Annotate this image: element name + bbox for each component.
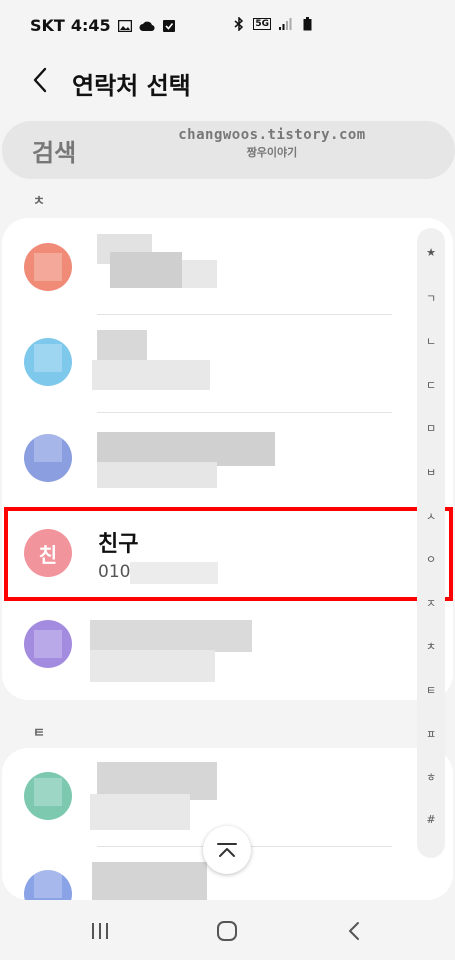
index-item[interactable]: ㅊ xyxy=(417,638,445,654)
home-icon xyxy=(217,921,237,941)
contact-group xyxy=(2,748,453,900)
checkbox-icon xyxy=(161,18,177,34)
watermark-blog-name: 짱우이야기 xyxy=(246,146,298,159)
contact-avatar xyxy=(24,870,72,900)
app-header: 연락처 선택 xyxy=(0,52,455,112)
image-icon xyxy=(117,18,133,34)
index-item[interactable]: ㅎ xyxy=(417,769,445,785)
chevron-up-icon xyxy=(217,843,237,857)
signal-icon xyxy=(277,16,293,32)
index-item[interactable]: ㄱ xyxy=(417,290,445,306)
network-badge: 5G xyxy=(253,18,271,30)
home-button[interactable] xyxy=(207,916,247,946)
index-item[interactable]: ㅍ xyxy=(417,726,445,742)
index-item[interactable]: ㅅ xyxy=(417,508,445,524)
contact-avatar xyxy=(24,620,72,668)
back-icon xyxy=(349,922,359,940)
status-bar: SKT 4:45 5G xyxy=(0,0,455,52)
index-item[interactable]: ㄷ xyxy=(417,377,445,393)
alphabet-index-bar[interactable]: ★ ㄱㄴㄷㅁㅂㅅㅇㅈㅊㅌㅍㅎ # xyxy=(417,228,445,858)
contact-row[interactable] xyxy=(2,218,453,316)
clock: 4:45 xyxy=(70,16,111,35)
watermark: changwoos.tistory.com 짱우이야기 xyxy=(172,127,372,160)
contact-avatar xyxy=(24,338,72,386)
scroll-to-top-button[interactable] xyxy=(203,826,251,874)
bluetooth-icon xyxy=(231,16,247,32)
navigation-bar xyxy=(0,900,455,960)
contact-avatar xyxy=(24,434,72,482)
contact-avatar xyxy=(24,243,72,291)
cloud-sync-icon xyxy=(139,18,155,34)
index-item[interactable]: # xyxy=(417,813,445,826)
row-divider xyxy=(97,314,392,315)
contact-group: 친 친구 010 xyxy=(2,218,453,700)
index-item[interactable]: ㅇ xyxy=(417,551,445,567)
nav-back-button[interactable] xyxy=(334,916,374,946)
contact-avatar xyxy=(24,772,72,820)
contact-row[interactable] xyxy=(2,610,453,700)
search-placeholder: 검색 xyxy=(32,139,77,167)
back-arrow-icon[interactable] xyxy=(26,66,54,94)
watermark-url: changwoos.tistory.com xyxy=(178,127,366,143)
index-item[interactable]: ㅌ xyxy=(417,682,445,698)
recent-apps-icon xyxy=(92,923,108,939)
contact-row[interactable] xyxy=(2,316,453,414)
row-divider xyxy=(97,412,392,413)
index-item[interactable]: ★ xyxy=(417,246,445,259)
section-label: ㅌ xyxy=(33,726,45,741)
index-item[interactable]: ㄴ xyxy=(417,333,445,349)
battery-icon xyxy=(299,16,315,32)
index-item[interactable]: ㅂ xyxy=(417,464,445,480)
recent-apps-button[interactable] xyxy=(80,916,120,946)
selection-highlight xyxy=(4,507,453,601)
carrier-label: SKT xyxy=(30,16,65,35)
contact-row[interactable] xyxy=(2,414,453,512)
page-title: 연락처 선택 xyxy=(72,72,191,100)
search-bar[interactable]: 검색 changwoos.tistory.com 짱우이야기 xyxy=(2,121,455,179)
section-label: ㅊ xyxy=(33,194,45,209)
index-item[interactable]: ㅁ xyxy=(417,420,445,436)
index-item[interactable]: ㅈ xyxy=(417,595,445,611)
